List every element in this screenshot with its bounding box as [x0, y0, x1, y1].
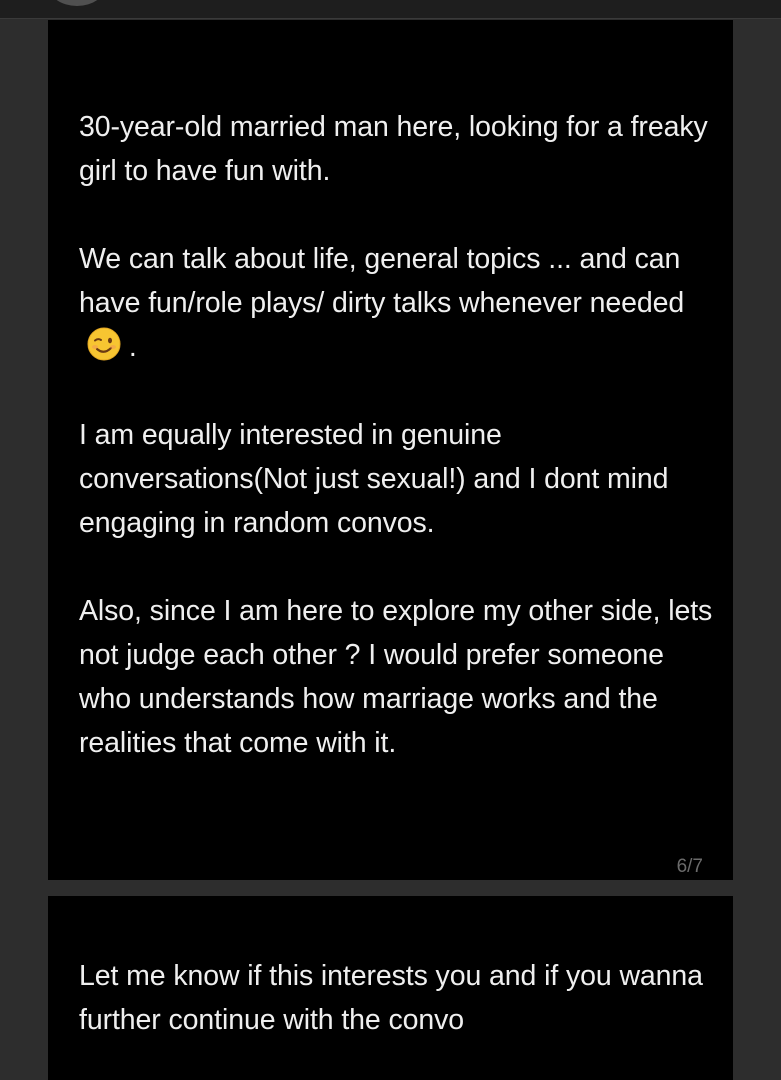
- message-paragraph-text: We can talk about life, general topics .…: [79, 243, 685, 319]
- avatar[interactable]: [48, 0, 106, 6]
- message-body: 30-year-old married man here, looking fo…: [79, 105, 719, 765]
- message-paragraph: Also, since I am here to explore my othe…: [79, 595, 713, 759]
- page-counter: 6/7: [676, 856, 703, 877]
- next-message-body: Let me know if this interests you and if…: [79, 954, 719, 1042]
- message-paragraph: We can talk about life, general topics .…: [79, 237, 719, 369]
- wink-emoji-icon: [87, 327, 121, 361]
- message-paragraph: I am equally interested in genuine conve…: [79, 419, 669, 539]
- next-message-card: Let me know if this interests you and if…: [48, 896, 733, 1080]
- screen: 30-year-old married man here, looking fo…: [0, 0, 781, 1080]
- top-bar: [0, 0, 781, 19]
- message-card: 30-year-old married man here, looking fo…: [48, 20, 733, 880]
- trailing-period: .: [121, 331, 137, 363]
- message-paragraph: Let me know if this interests you and if…: [79, 960, 703, 1036]
- message-paragraph: 30-year-old married man here, looking fo…: [79, 111, 708, 187]
